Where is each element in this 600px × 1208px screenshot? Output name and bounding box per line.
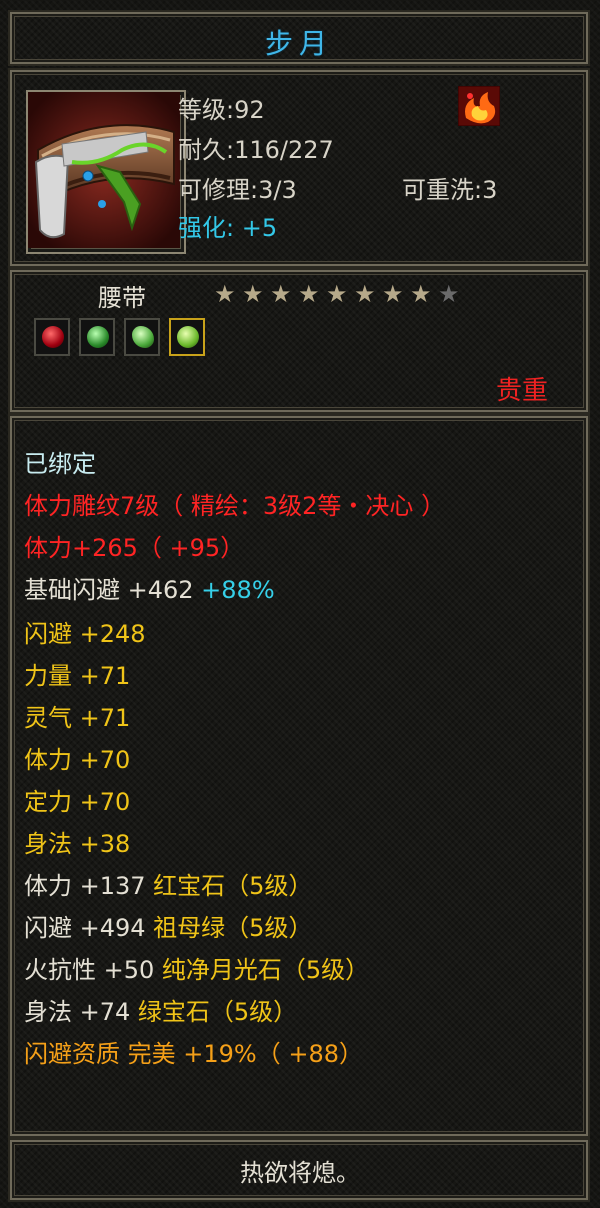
star-filled-icon: ★ <box>270 280 292 308</box>
star-filled-icon: ★ <box>354 280 376 308</box>
quality-label: 贵重 <box>495 376 548 406</box>
star-filled-icon: ★ <box>326 280 348 308</box>
gem-stat-line: 火抗性 +50 纯净月光石（5级） <box>24 950 369 985</box>
item-enhance: 强化: +5 <box>178 214 278 242</box>
star-filled-icon: ★ <box>382 280 404 308</box>
item-type: 腰带 <box>98 284 146 312</box>
star-filled-icon: ★ <box>242 280 264 308</box>
stat-agility: 身法 +38 <box>24 830 131 858</box>
gem-stat-line: 闪避 +494 祖母绿（5级） <box>24 908 312 943</box>
base-dodge-line: 基础闪避 +462 +88% <box>24 570 275 605</box>
fire-rune-icon <box>458 86 500 126</box>
stamina-bonus-line: 体力+265（ +95） <box>24 534 245 562</box>
item-icon-frame <box>26 90 186 254</box>
engrave-line: 体力雕纹7级（ 精绘：3级2等・决心 ） <box>24 492 446 520</box>
item-name: 步月 <box>264 27 333 60</box>
gem-name: 祖母绿（5级） <box>145 914 313 942</box>
gem-stat-value: 闪避 +494 <box>24 914 146 942</box>
gem-slots <box>34 318 209 356</box>
stat-focus: 定力 +70 <box>24 788 131 816</box>
jade-gem-icon[interactable] <box>124 318 161 356</box>
stat-strength: 力量 +71 <box>24 662 131 690</box>
ruby-gem-icon[interactable] <box>34 318 70 356</box>
item-durability: 耐久:116/227 <box>178 136 334 164</box>
bound-status: 已绑定 <box>24 450 96 478</box>
base-dodge-percent: +88% <box>193 576 275 604</box>
gem-stat-value: 体力 +137 <box>24 872 146 900</box>
item-rewash: 可重洗:3 <box>402 176 498 204</box>
info-panel <box>10 70 588 266</box>
star-rating: ★ ★ ★ ★ ★ ★ ★ ★ ★ <box>214 280 466 308</box>
green-gem-icon[interactable] <box>169 318 206 356</box>
stat-stamina: 体力 +70 <box>24 746 131 774</box>
stat-dodge: 闪避 +248 <box>24 620 146 648</box>
stat-spirit: 灵气 +71 <box>24 704 131 732</box>
gem-stat-value: 身法 +74 <box>24 998 131 1026</box>
star-filled-icon: ★ <box>298 280 320 308</box>
gem-stat-line: 身法 +74 绿宝石（5级） <box>24 992 297 1027</box>
star-filled-icon: ★ <box>410 280 432 308</box>
gem-name: 绿宝石（5级） <box>130 998 298 1026</box>
belt-icon <box>28 92 180 248</box>
flavor-text: 热欲将熄。 <box>240 1159 360 1187</box>
emerald-gem-icon[interactable] <box>79 318 116 356</box>
gem-name: 纯净月光石（5级） <box>154 956 370 984</box>
title-bar: 步月 <box>10 12 588 64</box>
star-empty-icon: ★ <box>438 280 460 308</box>
stats-panel <box>10 416 588 1136</box>
gem-name: 红宝石（5级） <box>145 872 313 900</box>
item-repairable: 可修理:3/3 <box>178 176 297 204</box>
base-dodge-value: 基础闪避 +462 <box>24 576 194 604</box>
dodge-aptitude-line: 闪避资质 完美 +19%（ +88） <box>24 1040 363 1068</box>
gem-stat-line: 体力 +137 红宝石（5级） <box>24 866 312 901</box>
star-filled-icon: ★ <box>214 280 236 308</box>
item-level: 等级:92 <box>178 96 265 124</box>
gem-stat-value: 火抗性 +50 <box>24 956 155 984</box>
